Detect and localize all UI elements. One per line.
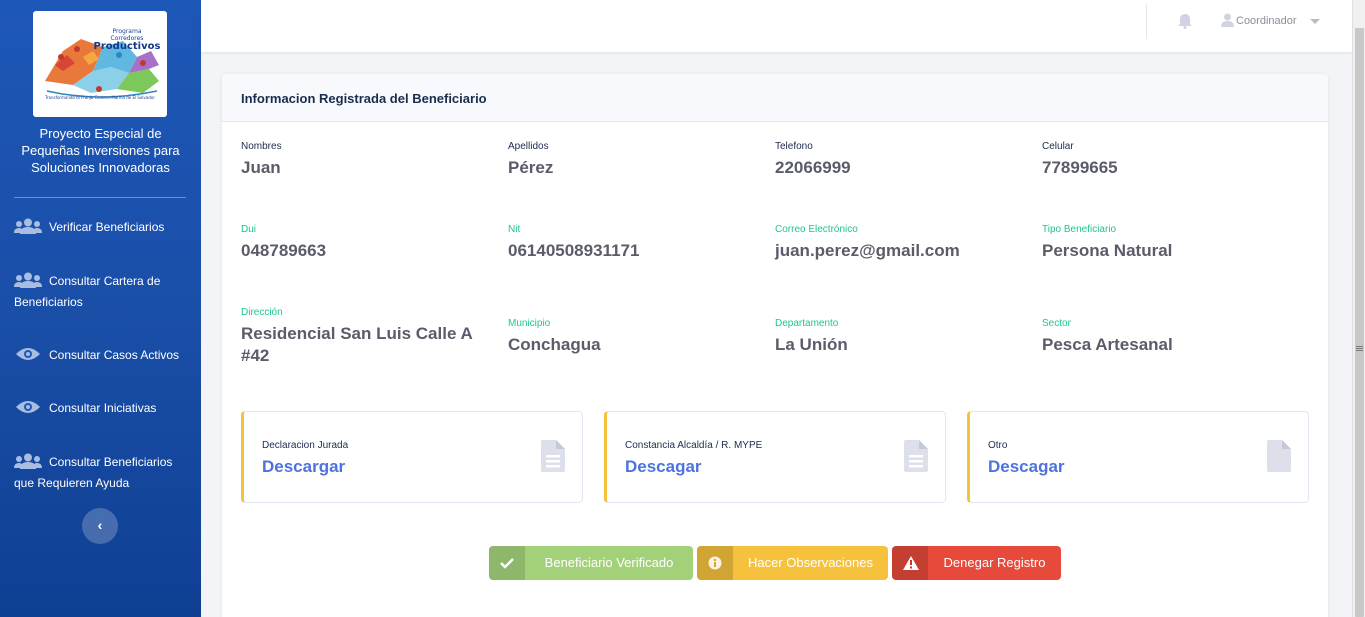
field-value: Persona Natural	[1042, 241, 1173, 260]
user-menu[interactable]: Coordinador	[1221, 13, 1297, 29]
field-label: Celular	[1042, 141, 1074, 152]
field-telefono: Telefono 22066999	[775, 141, 1025, 179]
document-card-declaracion-jurada: Declaracion Jurada Descargar	[241, 411, 583, 503]
field-tipo-beneficiario: Tipo Beneficiario Persona Natural	[1042, 224, 1292, 262]
sidebar: Programa Corredores Productivos Transfor…	[0, 0, 201, 617]
logo-title: Programa Corredores Productivos	[91, 28, 163, 52]
field-label: Nit	[508, 224, 521, 235]
field-correo: Correo Electrónico juan.perez@gmail.com	[775, 224, 1025, 262]
scrollbar[interactable]	[1352, 0, 1365, 617]
users-icon	[14, 272, 42, 288]
scrollbar-grip	[1356, 346, 1363, 347]
field-value: Pesca Artesanal	[1042, 335, 1173, 354]
button-icon-wrap	[697, 546, 733, 580]
field-label: Sector	[1042, 318, 1071, 329]
field-value: Conchagua	[508, 335, 601, 354]
nav-item-consultar-casos-activos[interactable]: Consultar Casos Activos	[14, 345, 194, 366]
document-download-link[interactable]: Descagar	[625, 457, 702, 477]
file-text-icon	[541, 440, 565, 472]
document-download-link[interactable]: Descargar	[262, 457, 345, 477]
field-nit: Nit 06140508931171	[508, 224, 758, 262]
button-icon-wrap	[892, 546, 928, 580]
button-label: Beneficiario Verificado	[544, 555, 674, 570]
logo-illustration	[45, 39, 159, 98]
user-icon	[1221, 13, 1234, 27]
field-label: Tipo Beneficiario	[1042, 224, 1117, 235]
field-direccion: Dirección Residencial San Luis Calle A #…	[241, 307, 491, 367]
nav-label: Consultar Casos Activos	[49, 348, 180, 362]
nav-label: Consultar Iniciativas	[49, 401, 157, 415]
field-label: Dirección	[241, 307, 283, 318]
field-label: Nombres	[241, 141, 282, 152]
verify-beneficiary-button[interactable]: Beneficiario Verificado	[489, 546, 693, 580]
eye-icon	[16, 348, 40, 360]
button-label: Hacer Observaciones	[748, 555, 873, 570]
field-value: Pérez	[508, 158, 554, 177]
logo-program: Programa	[112, 28, 142, 35]
document-card-otro: Otro Descagar	[967, 411, 1309, 503]
chevron-down-icon[interactable]	[1310, 19, 1320, 24]
field-value: Residencial San Luis Calle A #42	[241, 324, 473, 365]
field-value: 22066999	[775, 158, 851, 177]
make-observations-button[interactable]: Hacer Observaciones	[697, 546, 888, 580]
field-nombres: Nombres Juan	[241, 141, 491, 179]
document-label: Declaracion Jurada	[262, 440, 349, 451]
sidebar-divider	[14, 197, 186, 198]
file-icon	[1267, 440, 1291, 472]
chevron-left-icon: ‹	[97, 517, 103, 533]
field-dui: Dui 048789663	[241, 224, 491, 262]
nav-item-verificar-beneficiarios[interactable]: Verificar Beneficiarios	[14, 217, 194, 238]
field-value: Juan	[241, 158, 281, 177]
field-value: La Unión	[775, 335, 848, 354]
warning-icon	[903, 556, 919, 570]
user-name: Coordinador	[1236, 15, 1297, 27]
beneficiary-card: Informacion Registrada del Beneficiario …	[222, 74, 1328, 617]
nav-item-consultar-cartera[interactable]: Consultar Cartera de Beneficiarios	[14, 271, 194, 313]
field-value: 048789663	[241, 241, 327, 260]
card-title: Informacion Registrada del Beneficiario	[241, 91, 487, 106]
topbar: Coordinador	[201, 0, 1352, 52]
sidebar-title: Proyecto Especial de Pequeñas Inversione…	[21, 126, 180, 175]
field-label: Departamento	[775, 318, 839, 329]
field-value: 77899665	[1042, 158, 1118, 177]
logo[interactable]: Programa Corredores Productivos Transfor…	[33, 11, 167, 117]
button-icon-wrap	[489, 546, 525, 580]
card-header: Informacion Registrada del Beneficiario	[222, 74, 1328, 122]
deny-registration-button[interactable]: Denegar Registro	[892, 546, 1061, 580]
sidebar-toggle-button[interactable]: ‹	[82, 508, 118, 544]
users-icon	[14, 218, 42, 234]
scrollbar-thumb[interactable]	[1355, 28, 1364, 617]
nav-item-consultar-beneficiarios-ayuda[interactable]: Consultar Beneficiarios que Requieren Ay…	[14, 452, 194, 494]
document-download-link[interactable]: Descagar	[988, 457, 1065, 477]
field-label: Telefono	[775, 141, 813, 152]
field-label: Correo Electrónico	[775, 224, 858, 235]
nav-label: Verificar Beneficiarios	[49, 220, 165, 234]
field-municipio: Municipio Conchagua	[508, 318, 758, 356]
bell-icon[interactable]	[1178, 13, 1192, 29]
document-label: Constancia Alcaldía / R. MYPE	[625, 440, 763, 451]
document-card-constancia-alcaldia: Constancia Alcaldía / R. MYPE Descagar	[604, 411, 946, 503]
eye-icon	[16, 401, 40, 413]
logo-line2: Productivos	[93, 41, 161, 52]
field-label: Dui	[241, 224, 257, 235]
field-value: 06140508931171	[508, 241, 640, 260]
check-icon	[500, 558, 514, 569]
nav-item-consultar-iniciativas[interactable]: Consultar Iniciativas	[14, 398, 194, 419]
field-label: Apellidos	[508, 141, 549, 152]
topbar-divider	[1146, 4, 1147, 39]
field-label: Municipio	[508, 318, 551, 329]
field-apellidos: Apellidos Pérez	[508, 141, 758, 179]
file-text-icon	[904, 440, 928, 472]
info-circle-icon	[708, 556, 722, 570]
field-value: juan.perez@gmail.com	[775, 241, 960, 260]
users-icon	[14, 453, 42, 469]
field-celular: Celular 77899665	[1042, 141, 1292, 179]
button-label: Denegar Registro	[943, 555, 1046, 570]
field-sector: Sector Pesca Artesanal	[1042, 318, 1292, 356]
logo-tagline: Transformando la Franja Costero-Marina d…	[45, 95, 155, 100]
document-label: Otro	[988, 440, 1008, 451]
field-departamento: Departamento La Unión	[775, 318, 1025, 356]
